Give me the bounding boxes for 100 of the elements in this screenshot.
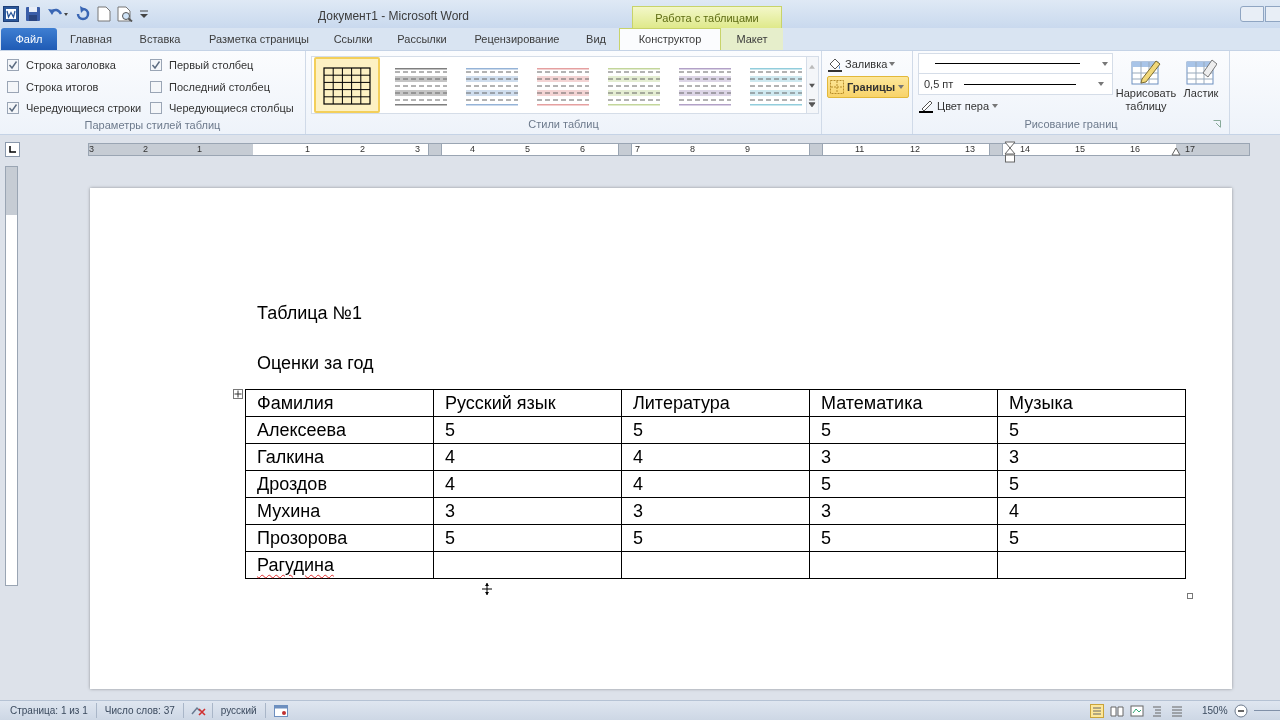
table-cell-text: 5 — [821, 420, 831, 440]
group-label: Стили таблиц — [527, 116, 600, 132]
language-indicator[interactable]: русский — [211, 703, 266, 718]
table-header-cell: Русский язык — [433, 389, 622, 417]
checkbox[interactable] — [150, 59, 162, 72]
table-header-cell: Математика — [809, 389, 998, 417]
column-marker[interactable] — [428, 144, 442, 155]
word-count[interactable]: Число слов: 37 — [96, 703, 184, 718]
move-cursor-icon — [481, 582, 493, 596]
ribbon-tab[interactable]: Вид — [573, 28, 619, 50]
ruler-number: 13 — [965, 143, 975, 156]
print-preview-icon[interactable] — [117, 6, 133, 22]
ruler-number: 11 — [855, 143, 865, 156]
column-marker[interactable] — [989, 144, 1003, 155]
ruler-number: 3 — [415, 143, 420, 156]
ribbon-tab[interactable]: Рецензирование — [461, 28, 573, 50]
borders-button[interactable]: Границы — [827, 76, 909, 98]
tab-selector-icon[interactable] — [5, 142, 20, 157]
ruler-number: 14 — [1020, 143, 1030, 156]
web-layout-icon[interactable] — [1130, 703, 1144, 718]
dropdown-caret-icon — [992, 103, 999, 110]
ribbon-tab[interactable]: Макет — [721, 28, 783, 50]
page-count[interactable]: Страница: 1 из 1 — [0, 703, 97, 718]
table-cell-text: 5 — [633, 528, 643, 548]
minimize-button[interactable] — [1240, 6, 1264, 22]
table-cell-text: Прозорова — [257, 528, 348, 548]
restore-button[interactable] — [1265, 6, 1280, 22]
table-move-handle-icon[interactable] — [233, 389, 243, 399]
group-label: Параметры стилей таблиц — [83, 117, 222, 133]
context-tab-header: Работа с таблицами — [632, 6, 782, 28]
ribbon-button[interactable]: Ластик — [1179, 51, 1223, 116]
shading-button[interactable]: Заливка — [827, 55, 903, 73]
window-title: Документ1 - Microsoft Word — [318, 8, 470, 25]
table-header-cell: Литература — [621, 389, 810, 417]
macro-record-icon[interactable] — [273, 704, 288, 717]
paragraph: Оценки за год — [257, 352, 375, 375]
table-resize-handle-icon[interactable] — [1187, 593, 1193, 599]
ruler-number: 2 — [143, 143, 148, 156]
save-icon[interactable] — [25, 6, 41, 22]
table-cell-text: 4 — [1009, 501, 1019, 521]
pen-color-button[interactable]: Цвет пера — [918, 98, 1008, 115]
table-header-cell: Музыка — [997, 389, 1186, 417]
ruler-number: 7 — [635, 143, 640, 156]
table-cell-text: 3 — [821, 501, 831, 521]
checkbox[interactable] — [7, 102, 19, 115]
ribbon-tab[interactable]: Файл — [1, 28, 57, 50]
ruler-number: 1 — [305, 143, 310, 156]
table-cell-text: Дроздов — [257, 474, 327, 494]
table-cell-text: 3 — [1009, 447, 1019, 467]
new-document-icon[interactable] — [97, 6, 111, 22]
table-cell-text: 5 — [821, 528, 831, 548]
table-cell-text: 4 — [633, 447, 643, 467]
checkbox-label: Чередующиеся строки — [26, 101, 142, 116]
line-style-dropdown[interactable] — [918, 53, 1113, 74]
table-cell-text: 5 — [1009, 528, 1019, 548]
ribbon-button[interactable]: Нарисовать таблицу — [1113, 51, 1179, 116]
ribbon-tab[interactable]: Разметка страницы — [195, 28, 323, 50]
ruler-number: 17 — [1185, 143, 1195, 156]
table-cell-text: 4 — [633, 474, 643, 494]
table-cell-text: 3 — [445, 501, 455, 521]
ruler-number: 3 — [89, 143, 94, 156]
checkbox[interactable] — [150, 102, 162, 115]
table-style-thumbnail[interactable] — [314, 57, 380, 113]
dialog-launcher-icon[interactable] — [1213, 119, 1221, 128]
zoom-out-icon[interactable] — [1233, 703, 1248, 718]
word-app-icon[interactable] — [3, 6, 19, 22]
draft-icon[interactable] — [1170, 703, 1184, 718]
table-cell-text: 3 — [633, 501, 643, 521]
column-marker[interactable] — [618, 144, 632, 155]
ribbon-tab[interactable]: Вставка — [125, 28, 195, 50]
ribbon-tab[interactable]: Рассылки — [383, 28, 461, 50]
checkbox-label: Строка заголовка — [26, 58, 116, 73]
table-cell-text: 3 — [821, 447, 831, 467]
table-cell-text: 5 — [445, 528, 455, 548]
ruler-number: 9 — [745, 143, 750, 156]
ruler-number: 2 — [360, 143, 365, 156]
zoom-level[interactable]: 150% — [1202, 703, 1228, 718]
table-cell-text: Мухина — [257, 501, 321, 521]
checkbox-label: Чередующиеся столбцы — [169, 101, 294, 116]
checkbox[interactable] — [7, 80, 19, 93]
dropdown-caret-icon — [889, 61, 897, 67]
ribbon-tab[interactable]: Конструктор — [619, 28, 721, 50]
checkbox[interactable] — [7, 59, 19, 72]
checkbox[interactable] — [150, 80, 162, 93]
ruler-number: 5 — [525, 143, 530, 156]
redo-icon[interactable] — [75, 6, 91, 22]
eraser-icon — [1185, 57, 1217, 85]
table-cell-text: 5 — [445, 420, 455, 440]
outline-icon[interactable] — [1150, 703, 1164, 718]
ruler-number: 1 — [197, 143, 202, 156]
ribbon-tab[interactable]: Главная — [57, 28, 125, 50]
indent-marker-icon[interactable] — [1004, 141, 1016, 163]
ribbon-tab[interactable]: Ссылки — [323, 28, 383, 50]
reading-layout-icon[interactable] — [1110, 703, 1124, 718]
table-cell-text: 4 — [445, 447, 455, 467]
paint-bucket-icon — [827, 56, 843, 72]
column-marker[interactable] — [809, 144, 823, 155]
borders-icon — [830, 80, 844, 94]
right-indent-icon[interactable] — [1171, 146, 1181, 156]
line-weight-dropdown[interactable]: 0,5 пт — [918, 74, 1113, 95]
